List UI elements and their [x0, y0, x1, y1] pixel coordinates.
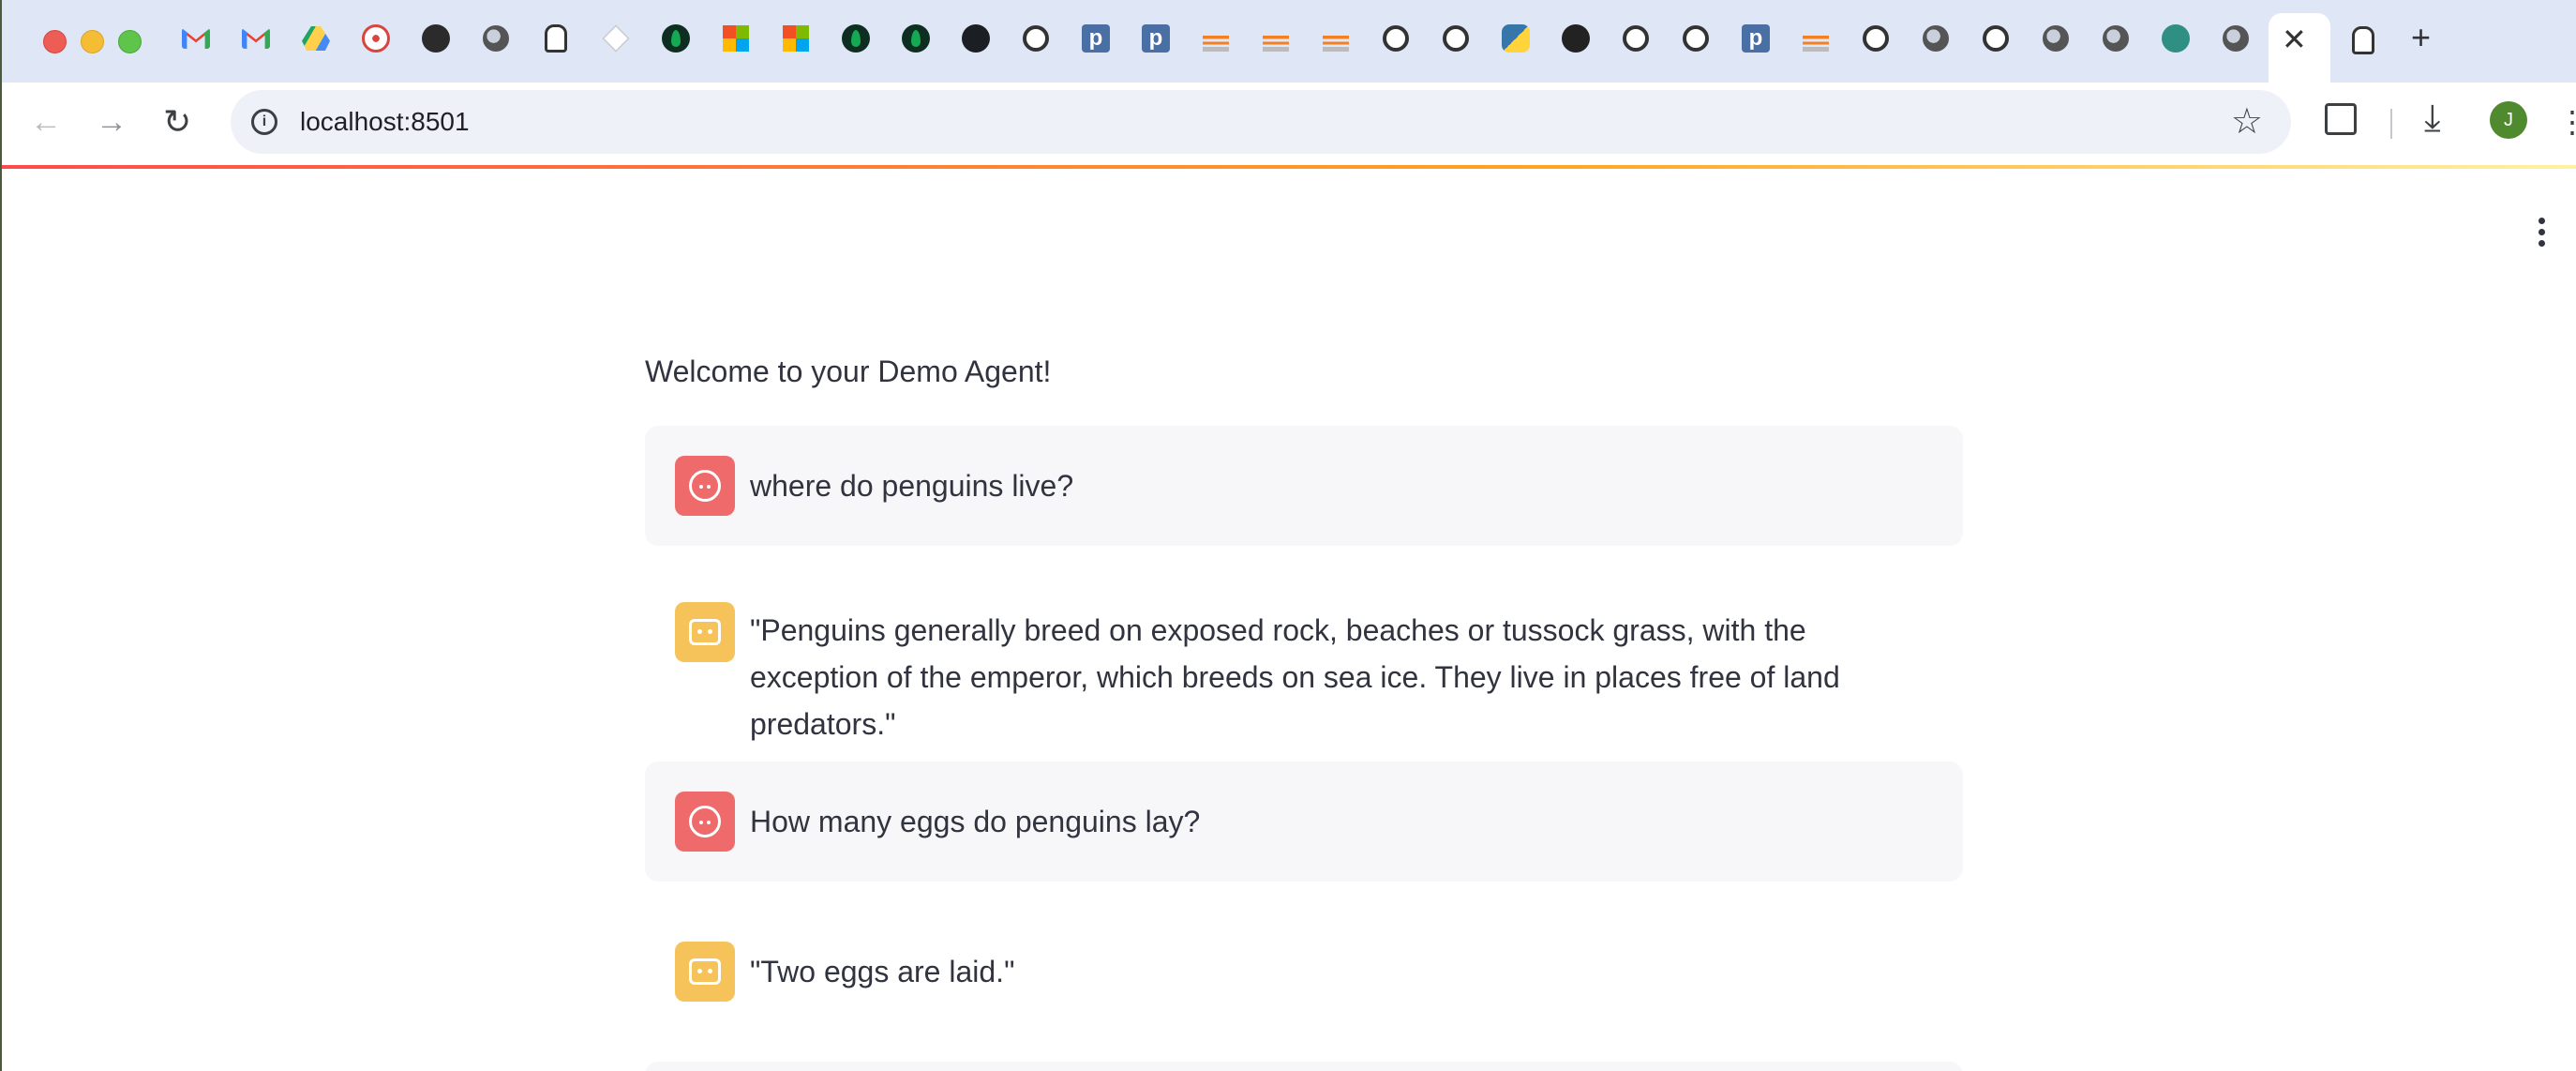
assistant-avatar — [675, 942, 735, 1002]
openai-icon[interactable] — [1680, 23, 1712, 54]
face-icon — [689, 806, 721, 837]
toolbar-divider — [2390, 109, 2392, 139]
assistant-avatar — [675, 602, 735, 662]
extensions-icon[interactable] — [2325, 103, 2357, 135]
openai-icon[interactable] — [1020, 23, 1052, 54]
chat-message-user — [645, 1062, 1963, 1071]
chat-message-assistant: "Penguins generally breed on exposed roc… — [645, 570, 1963, 741]
p-icon[interactable]: p — [1140, 23, 1172, 54]
openai-icon[interactable] — [1440, 23, 1472, 54]
site-info-icon[interactable]: i — [251, 109, 277, 135]
app-menu-icon[interactable] — [2539, 218, 2546, 251]
robot-icon — [689, 619, 721, 645]
browser-toolbar: ← → ↻ i localhost:8501 ☆ ⤓ J ⋮ — [2, 83, 2576, 165]
llama-icon[interactable] — [540, 23, 572, 54]
python-icon[interactable] — [1500, 23, 1532, 54]
gmail-icon[interactable] — [180, 23, 212, 54]
minimize-window-button[interactable] — [81, 30, 104, 53]
mongodb-icon[interactable] — [900, 23, 932, 54]
bookmark-star-icon[interactable]: ☆ — [2231, 101, 2263, 143]
mongodb-icon[interactable] — [660, 23, 692, 54]
github-icon[interactable] — [960, 23, 992, 54]
user-avatar — [675, 792, 735, 852]
crown-icon[interactable] — [1560, 23, 1592, 54]
message-text: How many eggs do penguins lay? — [750, 805, 1201, 838]
stackoverflow-icon[interactable] — [1200, 23, 1232, 54]
address-bar[interactable]: i localhost:8501 ☆ — [231, 90, 2291, 154]
stackoverflow-icon[interactable] — [1800, 23, 1832, 54]
globe-icon[interactable] — [2100, 23, 2132, 54]
message-text: "Two eggs are laid." — [750, 955, 1015, 988]
openai-icon[interactable] — [1980, 23, 2012, 54]
close-tab-icon[interactable]: ✕ — [2282, 21, 2307, 58]
forward-button[interactable]: → — [96, 101, 127, 143]
p-icon[interactable]: p — [1080, 23, 1112, 54]
close-window-button[interactable] — [43, 30, 67, 53]
browser-menu-icon[interactable]: ⋮ — [2557, 103, 2576, 141]
welcome-text: Welcome to your Demo Agent! — [645, 354, 1052, 388]
face-icon — [689, 470, 721, 502]
profile-avatar[interactable]: J — [2490, 101, 2527, 139]
back-button[interactable]: ← — [30, 101, 62, 143]
user-avatar — [675, 456, 735, 516]
robot-icon — [689, 958, 721, 985]
browser-window: ppp ✕ + ← → ↻ i localhost:8501 ☆ ⤓ J ⋮ W… — [2, 0, 2576, 1071]
red-circle-icon[interactable] — [360, 23, 392, 54]
openai-icon[interactable] — [1860, 23, 1892, 54]
chat-message-assistant: "Two eggs are laid." — [645, 912, 1963, 1032]
message-text: where do penguins live? — [750, 469, 1074, 503]
app-page: Welcome to your Demo Agent! where do pen… — [2, 169, 2576, 1071]
teal-icon[interactable] — [2160, 23, 2192, 54]
google-drive-icon[interactable] — [300, 23, 332, 54]
url-text[interactable]: localhost:8501 — [300, 106, 470, 138]
chat-message-user: where do penguins live? — [645, 426, 1963, 546]
stackoverflow-icon[interactable] — [1260, 23, 1292, 54]
openai-icon[interactable] — [1380, 23, 1412, 54]
microsoft-icon[interactable] — [720, 23, 752, 54]
mongodb-icon[interactable] — [840, 23, 872, 54]
stackoverflow-icon[interactable] — [1320, 23, 1352, 54]
new-tab-button[interactable]: + — [2411, 19, 2431, 56]
globe-icon[interactable] — [1920, 23, 1952, 54]
globe-icon[interactable] — [2040, 23, 2072, 54]
chat-message-user: How many eggs do penguins lay? — [645, 762, 1963, 882]
tab-strip: ppp ✕ + — [2, 0, 2576, 83]
download-icon[interactable]: ⤓ — [2424, 98, 2441, 139]
gmail-icon[interactable] — [240, 23, 272, 54]
active-tab-llama-icon[interactable] — [2347, 24, 2379, 56]
reload-button[interactable]: ↻ — [163, 101, 191, 143]
cube-icon[interactable] — [600, 23, 632, 54]
maximize-window-button[interactable] — [118, 30, 142, 53]
microsoft-icon[interactable] — [780, 23, 812, 54]
p-icon[interactable]: p — [1740, 23, 1772, 54]
dark-circle-icon[interactable] — [420, 23, 452, 54]
openai-icon[interactable] — [1620, 23, 1652, 54]
message-text: "Penguins generally breed on exposed roc… — [750, 613, 1840, 741]
globe-icon[interactable] — [2220, 23, 2252, 54]
globe-icon[interactable] — [480, 23, 512, 54]
